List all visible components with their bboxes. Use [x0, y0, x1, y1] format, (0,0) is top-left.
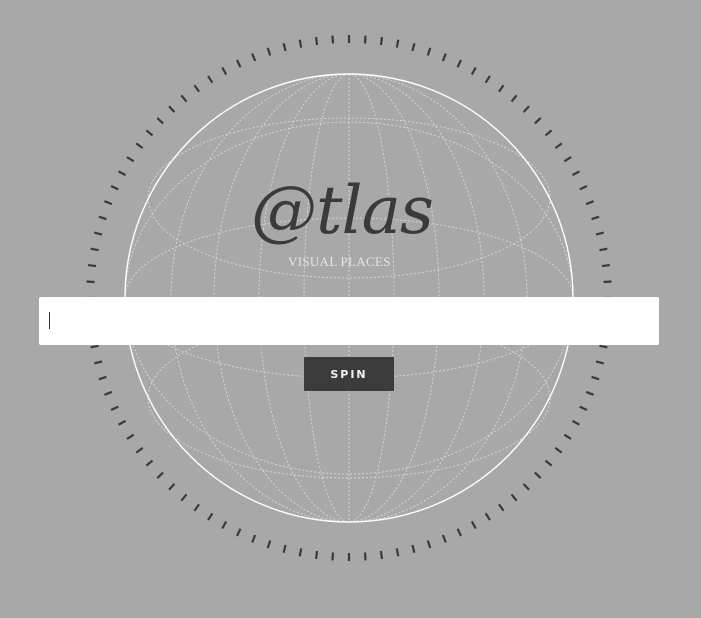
tick-mark — [591, 215, 600, 221]
tick-mark — [510, 493, 518, 502]
tick-mark — [282, 544, 287, 554]
tick-mark — [86, 280, 95, 284]
tick-mark — [395, 39, 400, 48]
tick-mark — [599, 344, 608, 349]
tick-mark — [98, 215, 107, 221]
tick-mark — [585, 390, 594, 396]
tick-mark — [544, 459, 553, 467]
tick-mark — [579, 405, 588, 411]
tick-mark — [221, 67, 228, 76]
tick-mark — [426, 540, 432, 549]
tick-mark — [599, 247, 608, 252]
tick-mark — [441, 53, 447, 62]
tick-mark — [104, 200, 113, 206]
tick-mark — [236, 59, 242, 68]
tick-mark — [601, 263, 611, 268]
tick-mark — [98, 375, 107, 381]
tick-mark — [522, 105, 530, 113]
tick-mark — [470, 67, 477, 76]
tick-mark — [331, 552, 335, 561]
atlas-logo: @tlas — [251, 172, 434, 249]
tick-mark — [498, 84, 505, 93]
tick-mark — [93, 360, 103, 365]
tick-mark — [168, 105, 176, 113]
atlas-home: @tlas VISUAL PLACES SPIN — [0, 0, 701, 618]
tick-mark — [118, 419, 127, 426]
tick-mark — [93, 231, 103, 236]
tick-mark — [314, 36, 319, 46]
tick-mark — [395, 548, 400, 557]
tick-mark — [156, 117, 164, 125]
tick-mark — [484, 512, 491, 521]
tick-mark — [314, 550, 319, 560]
tick-mark — [207, 75, 214, 84]
tick-mark — [180, 493, 188, 502]
tick-mark — [554, 447, 563, 454]
tick-mark — [426, 47, 432, 56]
tick-mark — [379, 550, 384, 560]
search-input[interactable] — [39, 297, 659, 345]
tick-mark — [90, 247, 99, 252]
tick-mark — [221, 520, 228, 529]
tick-mark — [145, 129, 154, 137]
tick-mark — [104, 390, 113, 396]
tick-mark — [298, 39, 303, 48]
tick-mark — [456, 528, 462, 537]
tick-mark — [563, 156, 572, 163]
spin-button[interactable]: SPIN — [304, 357, 394, 391]
tick-mark — [363, 552, 367, 561]
tick-mark — [135, 447, 144, 454]
tick-mark — [110, 405, 119, 411]
tick-mark — [411, 42, 416, 52]
tick-mark — [236, 528, 242, 537]
tick-mark — [145, 459, 154, 467]
tick-mark — [470, 520, 477, 529]
tick-mark — [554, 142, 563, 149]
tick-mark — [484, 75, 491, 84]
tick-mark — [126, 433, 135, 440]
tick-mark — [411, 544, 416, 554]
tick-mark — [379, 36, 384, 46]
text-caret — [49, 312, 50, 329]
tick-mark — [87, 263, 97, 268]
tick-mark — [90, 344, 99, 349]
tick-mark — [207, 512, 214, 521]
tick-mark — [441, 534, 447, 543]
tick-mark — [168, 483, 176, 491]
tick-mark — [534, 471, 542, 479]
tick-mark — [110, 185, 119, 191]
tick-mark — [363, 35, 367, 44]
tick-mark — [456, 59, 462, 68]
tick-mark — [251, 53, 257, 62]
tick-mark — [591, 375, 600, 381]
tick-mark — [331, 35, 335, 44]
tick-mark — [135, 142, 144, 149]
tick-mark — [180, 94, 188, 103]
tick-mark — [534, 117, 542, 125]
tagline: VISUAL PLACES — [288, 254, 391, 269]
tick-mark — [156, 471, 164, 479]
tick-mark — [266, 47, 272, 56]
tick-mark — [579, 185, 588, 191]
tick-mark — [298, 548, 303, 557]
tick-mark — [595, 231, 605, 236]
tick-mark — [563, 433, 572, 440]
tick-mark — [498, 503, 505, 512]
tick-mark — [544, 129, 553, 137]
tick-mark — [193, 503, 200, 512]
tick-mark — [510, 94, 518, 103]
tick-mark — [126, 156, 135, 163]
tick-mark — [118, 170, 127, 177]
tick-mark — [571, 170, 580, 177]
tick-mark — [282, 42, 287, 52]
tick-mark — [193, 84, 200, 93]
tick-mark — [522, 483, 530, 491]
tick-mark — [251, 534, 257, 543]
tick-mark — [571, 419, 580, 426]
tick-mark — [595, 360, 605, 365]
tick-mark — [585, 200, 594, 206]
tick-mark — [266, 540, 272, 549]
tick-mark — [603, 280, 612, 284]
